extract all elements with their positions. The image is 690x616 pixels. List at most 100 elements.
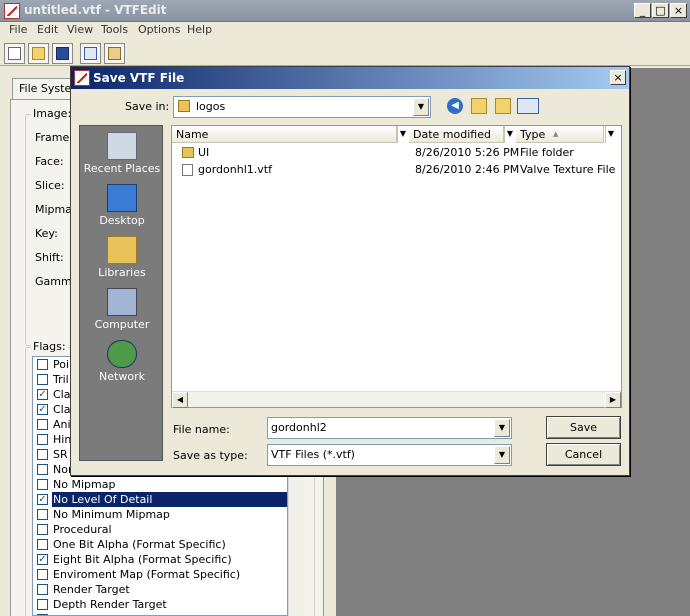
flag-item[interactable]: One Bit Alpha (Format Specific) <box>33 537 287 552</box>
filetype-dropdown[interactable]: VTF Files (*.vtf) ▼ <box>267 444 512 466</box>
open-button[interactable] <box>28 43 49 64</box>
save-button-toolbar[interactable] <box>52 43 73 64</box>
flag-label: Poi <box>53 358 70 371</box>
flag-checkbox[interactable] <box>37 419 48 430</box>
place-network[interactable]: Network <box>80 340 164 392</box>
dialog-title: Save VTF File <box>93 71 185 85</box>
flag-checkbox[interactable]: ✓ <box>37 494 48 505</box>
save-in-dropdown[interactable]: logos ▼ <box>173 96 431 118</box>
frame-label: Frame: <box>35 131 73 144</box>
flag-item[interactable]: No Minimum Mipmap <box>33 507 287 522</box>
column-type-dropdown[interactable]: ▼ <box>605 126 616 143</box>
dialog-title-bar: Save VTF File × <box>71 67 629 89</box>
menu-edit[interactable]: Edit <box>37 23 58 36</box>
flag-label: Cla <box>53 388 71 401</box>
flag-checkbox[interactable]: ✓ <box>37 389 48 400</box>
flag-checkbox[interactable] <box>37 464 48 475</box>
copy-button[interactable] <box>80 43 101 64</box>
place-computer[interactable]: Computer <box>80 288 164 340</box>
flag-label: No Minimum Mipmap <box>53 508 170 521</box>
folder-icon <box>182 147 194 158</box>
dialog-close-button[interactable]: × <box>610 70 626 85</box>
flag-label: Render Target <box>53 583 130 596</box>
flag-checkbox[interactable] <box>37 584 48 595</box>
filename-input[interactable]: gordonhl2 ▼ <box>267 417 512 439</box>
flag-checkbox[interactable] <box>37 569 48 580</box>
window-title: untitled.vtf - VTFEdit <box>24 3 167 17</box>
flag-checkbox[interactable] <box>37 479 48 490</box>
column-header-date[interactable]: Date modified <box>409 126 504 143</box>
flag-checkbox[interactable] <box>37 539 48 550</box>
flag-item[interactable]: No Mipmap <box>33 477 287 492</box>
menu-file[interactable]: File <box>9 23 27 36</box>
column-date-dropdown[interactable]: ▼ <box>504 126 515 143</box>
place-recent[interactable]: Recent Places <box>80 132 164 184</box>
flag-checkbox[interactable] <box>37 359 48 370</box>
flag-checkbox[interactable] <box>37 509 48 520</box>
file-name: UI <box>198 146 210 159</box>
chevron-down-icon[interactable]: ▼ <box>494 446 510 464</box>
flag-checkbox[interactable] <box>37 374 48 385</box>
flag-item[interactable]: Depth Render Target <box>33 597 287 612</box>
column-header-type[interactable]: Type <box>516 126 604 143</box>
menu-view[interactable]: View <box>67 23 93 36</box>
place-desktop[interactable]: Desktop <box>80 184 164 236</box>
chevron-down-icon[interactable]: ▼ <box>494 419 510 437</box>
computer-icon <box>107 288 137 316</box>
flag-label: Cla <box>53 403 71 416</box>
minimize-button[interactable]: _ <box>634 3 651 18</box>
flag-item[interactable]: ✓ No Level Of Detail <box>33 492 287 507</box>
file-list[interactable]: Name ▼ Date modified ▼ Type ▲ ▼ UI 8/26/… <box>171 125 622 408</box>
flag-label: One Bit Alpha (Format Specific) <box>53 538 226 551</box>
file-row[interactable]: gordonhl1.vtf 8/26/2010 2:46 PM Valve Te… <box>172 162 621 178</box>
close-button[interactable]: × <box>670 3 687 18</box>
column-name-dropdown[interactable]: ▼ <box>397 126 408 143</box>
maximize-button[interactable]: □ <box>652 3 669 18</box>
flag-checkbox[interactable] <box>37 449 48 460</box>
file-list-hscrollbar[interactable]: ◀ ▶ <box>172 391 621 408</box>
libraries-icon <box>107 236 137 264</box>
scroll-right-button[interactable]: ▶ <box>605 392 621 408</box>
scroll-left-button[interactable]: ◀ <box>172 392 188 408</box>
image-group-label: Image: <box>31 107 74 120</box>
flags-group-label: Flags: <box>31 340 68 353</box>
flag-item[interactable]: No Debug Override <box>33 612 287 615</box>
menu-tools[interactable]: Tools <box>101 23 128 36</box>
desktop-icon <box>107 184 137 212</box>
face-label: Face: <box>35 155 64 168</box>
flag-checkbox[interactable] <box>37 524 48 535</box>
new-icon <box>8 47 21 60</box>
menu-bar: File Edit View Tools Options Help <box>0 22 690 40</box>
save-icon <box>56 47 69 60</box>
menu-options[interactable]: Options <box>138 23 180 36</box>
paste-button[interactable] <box>104 43 125 64</box>
file-row[interactable]: UI 8/26/2010 5:26 PM File folder <box>172 145 621 161</box>
save-in-value: logos <box>196 100 226 113</box>
cancel-button[interactable]: Cancel <box>546 443 621 466</box>
new-button[interactable] <box>4 43 25 64</box>
flag-item[interactable]: ✓ Eight Bit Alpha (Format Specific) <box>33 552 287 567</box>
flag-checkbox[interactable] <box>37 434 48 445</box>
place-label: Libraries <box>98 266 146 279</box>
new-folder-icon[interactable] <box>495 98 511 114</box>
place-label: Computer <box>94 318 150 331</box>
filetype-label: Save as type: <box>173 449 248 462</box>
flag-checkbox[interactable] <box>37 599 48 610</box>
view-menu-icon[interactable] <box>517 98 539 114</box>
file-name: gordonhl1.vtf <box>198 163 272 176</box>
filetype-value: VTF Files (*.vtf) <box>271 448 355 461</box>
place-libraries[interactable]: Libraries <box>80 236 164 288</box>
flag-item[interactable]: Render Target <box>33 582 287 597</box>
flag-item[interactable]: Enviroment Map (Format Specific) <box>33 567 287 582</box>
up-folder-icon[interactable] <box>471 98 487 114</box>
flag-checkbox[interactable]: ✓ <box>37 404 48 415</box>
flag-checkbox[interactable]: ✓ <box>37 554 48 565</box>
save-button[interactable]: Save <box>546 416 621 439</box>
paste-icon <box>108 47 121 60</box>
back-icon[interactable]: ◀ <box>447 98 463 114</box>
flag-label: Enviroment Map (Format Specific) <box>53 568 241 581</box>
menu-help[interactable]: Help <box>187 23 212 36</box>
toolbar <box>0 40 690 66</box>
column-header-name[interactable]: Name <box>172 126 397 143</box>
flag-item[interactable]: Procedural <box>33 522 287 537</box>
